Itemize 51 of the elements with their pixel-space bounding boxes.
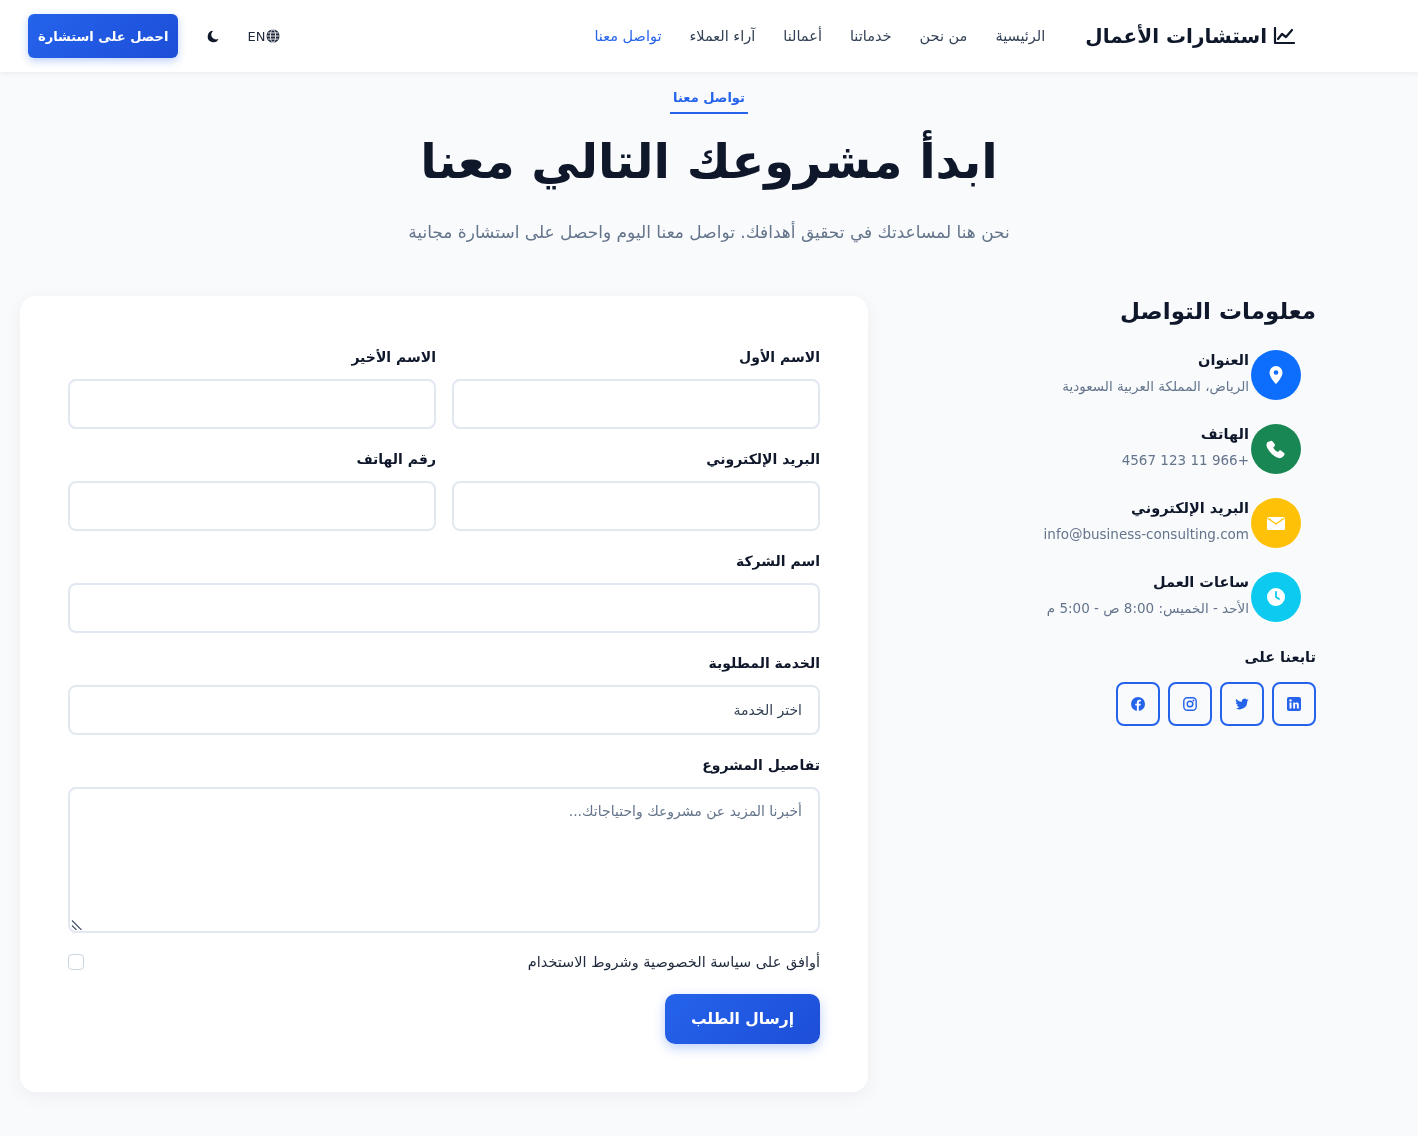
resize-grip-icon[interactable] [71, 918, 83, 930]
submit-button[interactable]: إرسال الطلب [665, 994, 820, 1044]
follow-title: تابعنا على [1243, 648, 1316, 667]
linkedin-button[interactable] [1272, 682, 1316, 726]
text-input[interactable] [68, 481, 436, 531]
text-input[interactable] [452, 481, 820, 531]
language-button[interactable]: EN [247, 28, 281, 44]
contact-label: الهاتف [1199, 425, 1249, 444]
field-label: الخدمة المطلوبة [708, 654, 820, 674]
contact-label: البريد الإلكتروني [1130, 499, 1249, 518]
field-label: رقم الهاتف [356, 450, 436, 470]
globe-icon [266, 29, 281, 43]
instagram-icon [1183, 697, 1197, 711]
page-subtitle: نحن هنا لمساعدتك في تحقيق أهدافك. تواصل معنا اليوم واحصل على استشارة مجانية [407, 220, 1011, 245]
field-label: الاسم الأخير [351, 348, 436, 368]
field-label: الاسم الأول [739, 348, 820, 368]
text-input[interactable] [68, 379, 436, 429]
field-label: اسم الشركة [735, 552, 820, 572]
contact-value: الأحد - الخميس: 8:00 ص - 5:00 م [1046, 599, 1249, 619]
text-input[interactable] [452, 379, 820, 429]
agreement-label: أوافق على سياسة الخصوصية وشروط الاستخدام [527, 952, 820, 972]
nav-link[interactable]: تواصل معنا [594, 28, 662, 44]
field-label: البريد الإلكتروني [706, 450, 820, 470]
textarea-field[interactable]: أخبرنا المزيد عن مشروعك واحتياجاتك... [68, 787, 820, 933]
field-label: تفاصيل المشروع [702, 756, 820, 776]
bird-icon [1235, 697, 1249, 711]
text-input[interactable] [68, 583, 820, 633]
nav-link[interactable]: الرئيسية [995, 28, 1046, 44]
chart-line-icon [1273, 27, 1295, 45]
section-label: تواصل معنا [670, 88, 748, 114]
service-select[interactable]: اختر الخدمة [68, 685, 820, 735]
facebook-icon [1131, 697, 1145, 711]
contact-label: ساعات العمل [1152, 573, 1249, 592]
contact-value: الرياض، المملكة العربية السعودية [1062, 377, 1249, 397]
contact-label: العنوان [1197, 351, 1249, 370]
nav-link[interactable]: آراء العملاء [689, 28, 756, 44]
contact-value: info@business-consulting.com [1043, 525, 1249, 544]
linkedin-icon [1287, 697, 1301, 711]
facebook-button[interactable] [1116, 682, 1160, 726]
instagram-button[interactable] [1168, 682, 1212, 726]
nav-link[interactable]: خدماتنا [849, 28, 892, 44]
brand-logo[interactable]: استشارات الأعمال [1085, 24, 1295, 48]
nav-link[interactable]: من نحن [919, 28, 968, 44]
twitter-button[interactable] [1220, 682, 1264, 726]
moon-icon[interactable] [206, 29, 220, 43]
contact-value: +966 11 123 4567 [1121, 451, 1249, 470]
checkbox[interactable] [68, 954, 84, 970]
nav-link[interactable]: أعمالنا [783, 28, 822, 44]
consultation-button[interactable]: احصل على استشارة [28, 14, 179, 58]
contact-info-title: معلومات التواصل [1119, 297, 1316, 326]
page-title: ابدأ مشروعك التالي معنا [0, 129, 1418, 193]
